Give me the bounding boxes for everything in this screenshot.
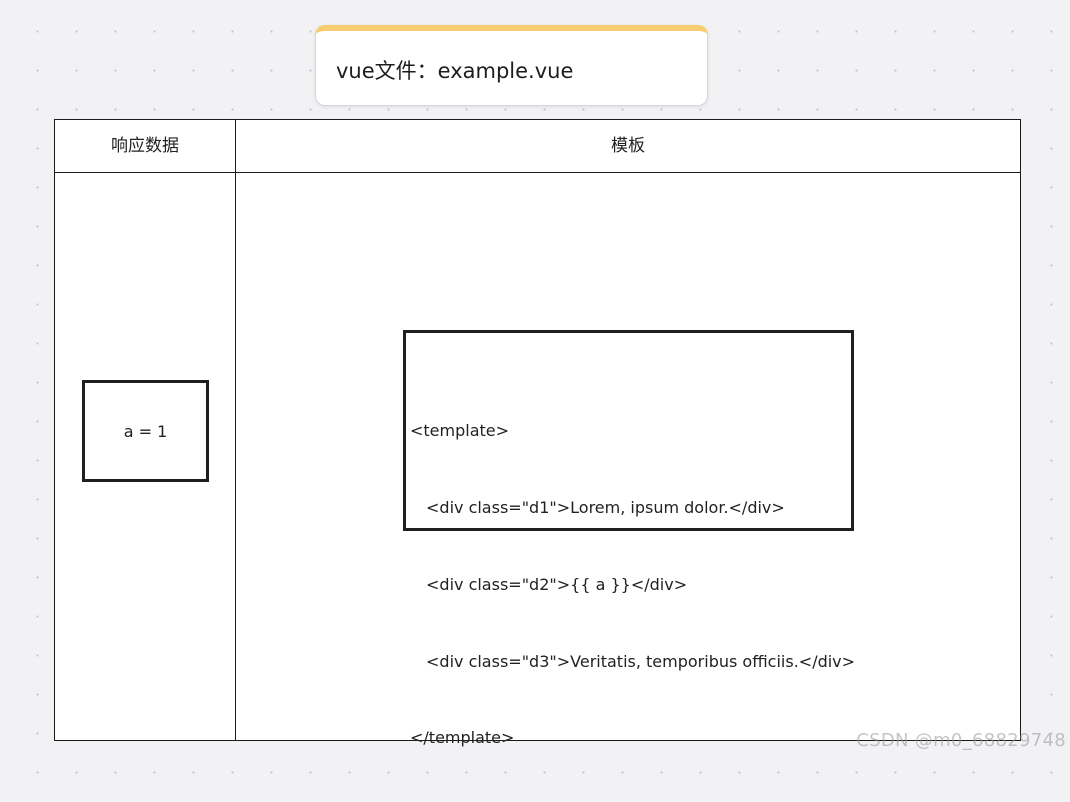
- code-line-div-d1: <div class="d1">Lorem, ipsum dolor.</div…: [426, 497, 785, 517]
- reactive-data-box: a = 1: [82, 380, 209, 482]
- header-template: 模板: [611, 136, 645, 156]
- code-line-template-close: </template>: [410, 728, 515, 748]
- template-code: <template> <div class="d1">Lorem, ipsum …: [410, 367, 855, 802]
- code-line-template-open: <template>: [410, 421, 510, 441]
- code-line-div-d2: <div class="d2">{{ a }}</div>: [426, 574, 688, 594]
- watermark: CSDN @m0_68829748: [856, 730, 1066, 751]
- template-code-box: <template> <div class="d1">Lorem, ipsum …: [403, 330, 855, 747]
- header-divider: [55, 172, 1020, 173]
- code-line-div-d3: <div class="d3">Veritatis, temporibus of…: [426, 651, 856, 671]
- reactive-data-value: a = 1: [123, 421, 168, 441]
- column-divider: [235, 120, 236, 740]
- diagram-title: vue文件：example.vue: [336, 59, 574, 83]
- diagram-table: 响应数据 模板 a = 1 <template> <div class="d1"…: [54, 119, 1021, 747]
- header-reactive-data: 响应数据: [111, 136, 179, 156]
- title-card: vue文件：example.vue: [315, 25, 708, 106]
